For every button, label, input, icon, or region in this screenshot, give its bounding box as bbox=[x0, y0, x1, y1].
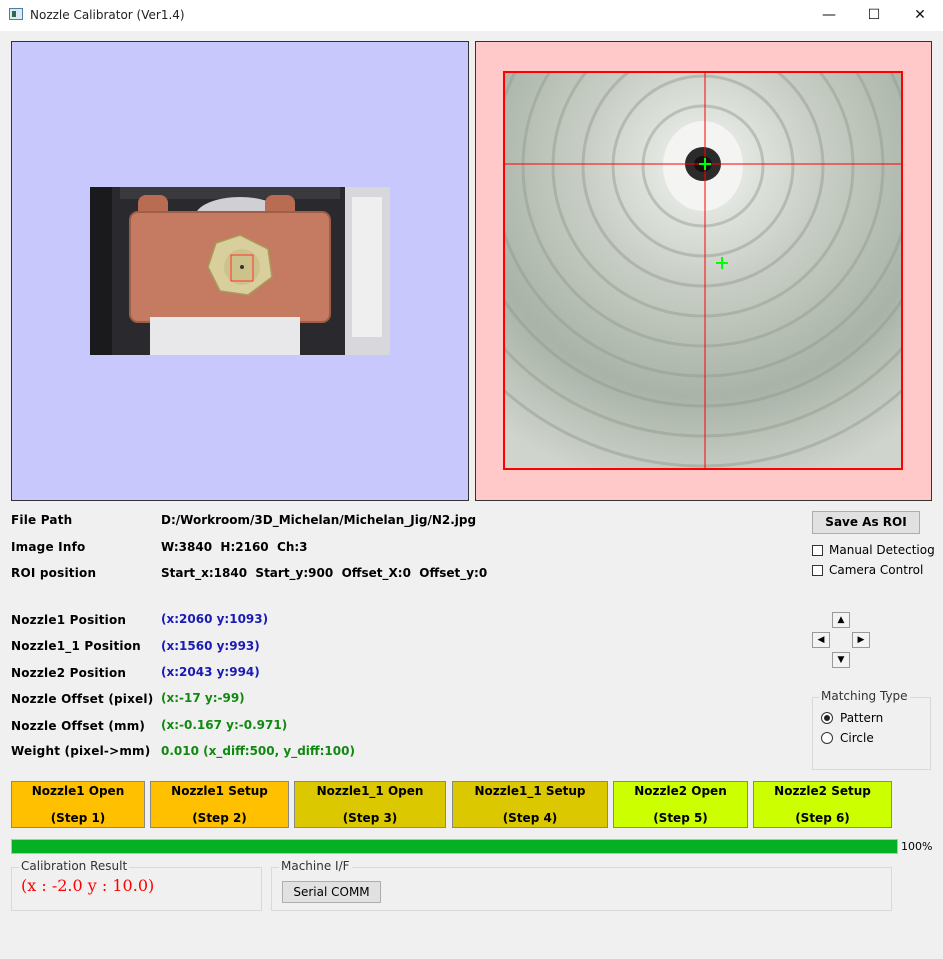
progress-fill bbox=[12, 840, 897, 853]
step4-title: Nozzle1_1 Setup bbox=[474, 784, 586, 798]
arrow-left-button[interactable]: ◀ bbox=[812, 632, 830, 648]
calibration-result-value: (x : -2.0 y : 10.0) bbox=[21, 876, 155, 895]
file-path-value: D:/Workroom/3D_Michelan/Michelan_Jig/N2.… bbox=[161, 513, 477, 527]
pattern-radio[interactable] bbox=[821, 712, 833, 724]
step5-label: (Step 5) bbox=[653, 811, 708, 825]
step3-title: Nozzle1_1 Open bbox=[316, 784, 424, 798]
camera-control-checkbox[interactable] bbox=[812, 565, 823, 576]
step4-label: (Step 4) bbox=[502, 811, 558, 825]
nozzle2-position-label: Nozzle2 Position bbox=[11, 666, 127, 680]
roi-image-view[interactable] bbox=[475, 41, 932, 501]
title-bar: Nozzle Calibrator (Ver1.4) — ☐ ✕ bbox=[0, 0, 943, 31]
progress-label: 100% bbox=[901, 840, 933, 853]
step3-label: (Step 3) bbox=[342, 811, 398, 825]
nozzle1-position-label: Nozzle1 Position bbox=[11, 613, 127, 627]
save-as-roi-button[interactable]: Save As ROI bbox=[812, 511, 920, 534]
step1-title: Nozzle1 Open bbox=[31, 784, 125, 798]
window-title: Nozzle Calibrator (Ver1.4) bbox=[30, 8, 185, 22]
nozzle1-1-position-label: Nozzle1_1 Position bbox=[11, 639, 141, 653]
calibration-result-title: Calibration Result bbox=[19, 859, 130, 873]
offset-mm-label: Nozzle Offset (mm) bbox=[11, 719, 146, 733]
step3-nozzle1-1-open-button[interactable]: Nozzle1_1 Open (Step 3) bbox=[294, 781, 446, 828]
step5-nozzle2-open-button[interactable]: Nozzle2 Open (Step 5) bbox=[613, 781, 748, 828]
machine-if-title: Machine I/F bbox=[279, 859, 352, 873]
step6-title: Nozzle2 Setup bbox=[774, 784, 871, 798]
circle-label[interactable]: Circle bbox=[840, 731, 874, 745]
arrow-right-button[interactable]: ▶ bbox=[852, 632, 870, 648]
offset-pixel-value: (x:-17 y:-99) bbox=[161, 691, 245, 705]
manual-detect-checkbox[interactable] bbox=[812, 545, 823, 556]
step1-label: (Step 1) bbox=[50, 811, 106, 825]
nozzle1-position-value: (x:2060 y:1093) bbox=[161, 612, 269, 626]
step4-nozzle1-1-setup-button[interactable]: Nozzle1_1 Setup (Step 4) bbox=[452, 781, 608, 828]
step1-nozzle1-open-button[interactable]: Nozzle1 Open (Step 1) bbox=[11, 781, 145, 828]
roi-position-value: Start_x:1840 Start_y:900 Offset_X:0 Offs… bbox=[161, 566, 488, 580]
minimize-button[interactable]: — bbox=[806, 0, 852, 31]
full-image-view[interactable] bbox=[11, 41, 469, 501]
offset-mm-value: (x:-0.167 y:-0.971) bbox=[161, 718, 288, 732]
weight-value: 0.010 (x_diff:500, y_diff:100) bbox=[161, 744, 355, 758]
close-button[interactable]: ✕ bbox=[897, 0, 943, 31]
arrow-down-button[interactable]: ▼ bbox=[832, 652, 850, 668]
roi-position-label: ROI position bbox=[11, 566, 97, 580]
circle-radio[interactable] bbox=[821, 732, 833, 744]
manual-detect-label[interactable]: Manual Detectiog bbox=[829, 543, 935, 557]
step2-label: (Step 2) bbox=[192, 811, 247, 825]
step2-nozzle1-setup-button[interactable]: Nozzle1 Setup (Step 2) bbox=[150, 781, 289, 828]
nozzle1-1-position-value: (x:1560 y:993) bbox=[161, 639, 260, 653]
arrow-up-button[interactable]: ▲ bbox=[832, 612, 850, 628]
camera-image bbox=[90, 187, 390, 355]
step5-title: Nozzle2 Open bbox=[634, 784, 727, 798]
app-icon bbox=[9, 8, 23, 20]
image-info-label: Image Info bbox=[11, 540, 86, 554]
pattern-label[interactable]: Pattern bbox=[840, 711, 883, 725]
matching-type-title: Matching Type bbox=[819, 689, 910, 703]
serial-comm-button[interactable]: Serial COMM bbox=[282, 881, 381, 903]
offset-pixel-label: Nozzle Offset (pixel) bbox=[11, 692, 154, 706]
step6-nozzle2-setup-button[interactable]: Nozzle2 Setup (Step 6) bbox=[753, 781, 892, 828]
camera-control-label[interactable]: Camera Control bbox=[829, 563, 923, 577]
step6-label: (Step 6) bbox=[795, 811, 850, 825]
maximize-button[interactable]: ☐ bbox=[851, 0, 897, 31]
image-info-value: W:3840 H:2160 Ch:3 bbox=[161, 540, 308, 554]
weight-label: Weight (pixel->mm) bbox=[11, 744, 151, 758]
progress-bar bbox=[11, 839, 898, 854]
nozzle2-position-value: (x:2043 y:994) bbox=[161, 665, 260, 679]
file-path-label: File Path bbox=[11, 513, 73, 527]
step2-title: Nozzle1 Setup bbox=[171, 784, 268, 798]
roi-image bbox=[503, 71, 903, 470]
